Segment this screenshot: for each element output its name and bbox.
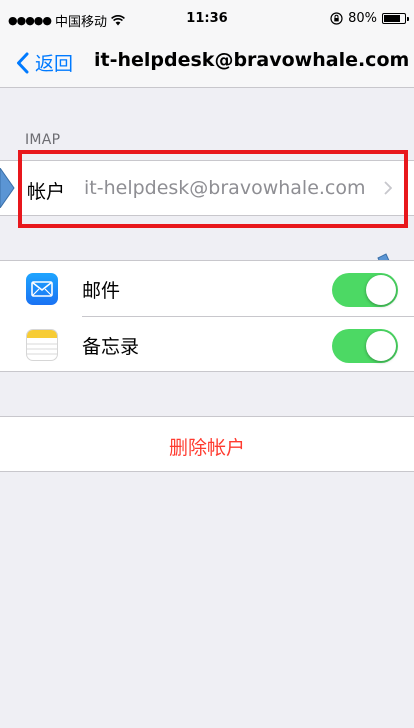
battery-icon (382, 13, 409, 24)
back-label: 返回 (35, 53, 74, 75)
toggle-knob (366, 275, 396, 305)
battery-fill (384, 15, 400, 22)
delete-account-label: 删除帐户 (168, 437, 245, 459)
account-label: 帐户 (27, 181, 66, 203)
notes-toggle[interactable] (332, 329, 398, 363)
back-button[interactable]: 返回 (16, 49, 73, 76)
mail-icon (26, 273, 58, 305)
orientation-lock-icon (330, 12, 343, 25)
notes-icon (26, 329, 58, 361)
notes-toggle-row: 备忘录 (0, 317, 414, 373)
page-title: it-helpdesk@bravowhale.com (94, 49, 410, 71)
notes-label: 备忘录 (82, 336, 140, 358)
mail-toggle[interactable] (332, 273, 398, 307)
account-value: it-helpdesk@bravowhale.com (84, 177, 366, 199)
account-row[interactable]: 帐户 it-helpdesk@bravowhale.com (0, 160, 414, 216)
status-right: 80% (330, 11, 409, 26)
navigation-bar: 返回 it-helpdesk@bravowhale.com (0, 36, 414, 88)
mail-toggle-row: 邮件 (0, 261, 414, 317)
mail-label: 邮件 (82, 280, 121, 302)
toggle-knob (366, 331, 396, 361)
chevron-right-icon (384, 181, 392, 195)
chevron-left-icon (17, 52, 29, 73)
delete-account-button[interactable]: 删除帐户 (0, 416, 414, 472)
battery-percent: 80% (348, 11, 377, 26)
status-bar: ●●●●● 中国移动 11:36 80% (0, 0, 414, 36)
sync-toggles-group: 邮件 备忘录 (0, 260, 414, 372)
section-header-imap: IMAP (25, 132, 61, 148)
annotation-arrow-left (0, 168, 15, 208)
